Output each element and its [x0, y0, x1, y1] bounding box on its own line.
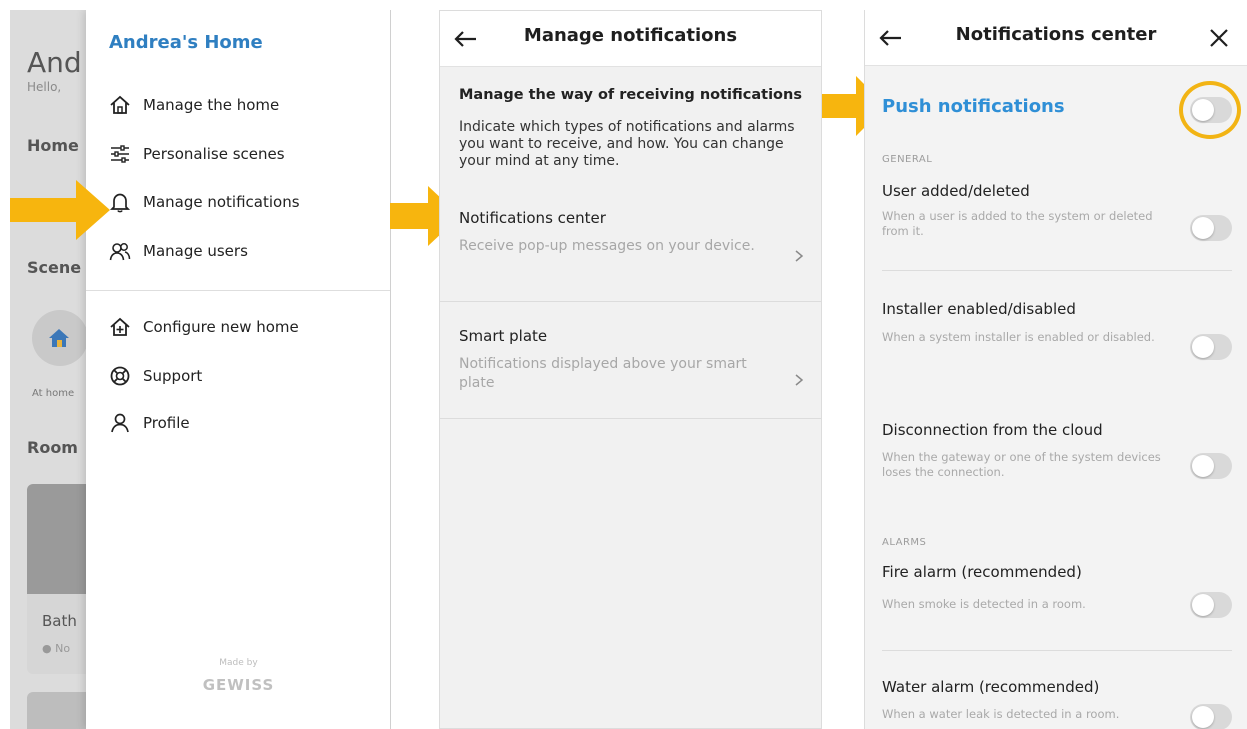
menu-item-configure-new-home[interactable]: Configure new home	[109, 316, 299, 338]
manage-notifications-screen: Manage notifications Manage the way of r…	[439, 10, 822, 729]
menu-item-label: Configure new home	[143, 318, 299, 336]
rooms-section-title: Room	[27, 438, 78, 457]
house-icon	[49, 329, 69, 347]
notification-description: When a user is added to the system or de…	[882, 209, 1153, 238]
menu-item-label: Manage notifications	[143, 193, 300, 211]
scenes-section-title: Scene	[27, 258, 82, 277]
notification-description: When smoke is detected in a room.	[882, 597, 1086, 611]
chevron-right-icon	[795, 250, 804, 262]
menu-item-label: Manage users	[143, 242, 248, 260]
cloud-disconnection-toggle[interactable]	[1190, 453, 1232, 479]
row-divider	[882, 270, 1232, 271]
home-greeting-subtitle: Hello,	[27, 80, 62, 94]
made-by-label: Made by	[219, 658, 258, 668]
menu-item-manage-home[interactable]: Manage the home	[109, 94, 279, 116]
installer-toggle[interactable]	[1190, 334, 1232, 360]
notification-title: User added/deleted	[882, 182, 1030, 200]
row-divider	[440, 418, 821, 419]
highlight-ring	[1179, 81, 1241, 139]
navigation-drawer: Andrea's Home Manage the home Personalis…	[86, 10, 390, 729]
water-alarm-toggle[interactable]	[1190, 704, 1232, 729]
sliders-icon	[111, 145, 129, 163]
drawer-divider	[86, 290, 390, 291]
row-title: Smart plate	[459, 327, 548, 345]
row-subtitle: Notifications displayed above your smart…	[459, 356, 747, 391]
notification-description: When a system installer is enabled or di…	[882, 330, 1155, 344]
bell-icon	[109, 193, 131, 213]
intro-heading: Manage the way of receiving notification…	[459, 87, 802, 103]
home-plus-icon	[110, 317, 130, 336]
notifications-center-screen: Notifications center Push notifications …	[864, 10, 1247, 729]
brand-logo: GEWISS	[202, 676, 275, 694]
tutorial-composite: And Hello, Home Scene At home Room Bath …	[0, 0, 1247, 729]
menu-item-personalise-scenes[interactable]: Personalise scenes	[109, 143, 285, 165]
group-label-general: GENERAL	[882, 154, 933, 165]
group-label-alarms: ALARMS	[882, 537, 927, 548]
home-screen-with-drawer: And Hello, Home Scene At home Room Bath …	[10, 10, 391, 729]
room-card-status: ● No	[42, 642, 71, 655]
intro-text: Indicate which types of notifications an…	[459, 119, 795, 169]
lifebuoy-icon	[110, 366, 130, 386]
row-divider	[882, 650, 1232, 651]
drawer-home-title: Andrea's Home	[109, 32, 263, 53]
page-title: Manage notifications	[523, 25, 738, 46]
app-bar: Manage notifications	[440, 11, 821, 67]
row-title: Notifications center	[459, 209, 606, 227]
home-section-title: Home	[27, 136, 79, 155]
notification-description: When the gateway or one of the system de…	[882, 450, 1161, 479]
menu-item-label: Personalise scenes	[143, 145, 285, 163]
scene-label: At home	[32, 388, 75, 399]
notification-title: Installer enabled/disabled	[882, 300, 1076, 318]
page-title: Notifications center	[955, 24, 1157, 45]
menu-item-label: Profile	[143, 414, 190, 432]
home-icon	[110, 95, 130, 114]
users-icon	[109, 243, 131, 261]
home-greeting-title: And	[27, 46, 82, 79]
chevron-right-icon	[795, 374, 804, 386]
menu-item-support[interactable]: Support	[109, 365, 202, 387]
notification-title: Water alarm (recommended)	[882, 678, 1100, 696]
menu-item-label: Support	[143, 367, 203, 385]
close-icon[interactable]	[1205, 24, 1233, 52]
menu-item-profile[interactable]: Profile	[109, 412, 190, 434]
row-subtitle: Receive pop-up messages on your device.	[459, 238, 755, 254]
notification-title: Fire alarm (recommended)	[882, 563, 1082, 581]
push-notifications-title: Push notifications	[882, 96, 1065, 117]
person-icon	[111, 413, 129, 433]
app-bar: Notifications center	[865, 10, 1247, 66]
highlight-arrow-icon	[10, 180, 110, 240]
menu-item-label: Manage the home	[143, 96, 280, 114]
user-added-toggle[interactable]	[1190, 215, 1232, 241]
smart-plate-row[interactable]: Smart plate Notifications displayed abov…	[440, 302, 821, 418]
fire-alarm-toggle[interactable]	[1190, 592, 1232, 618]
room-card-title: Bath	[42, 612, 77, 630]
notifications-center-row[interactable]: Notifications center Receive pop-up mess…	[440, 197, 821, 301]
notification-description: When a water leak is detected in a room.	[882, 707, 1120, 721]
notification-title: Disconnection from the cloud	[882, 421, 1103, 439]
menu-item-manage-notifications[interactable]: Manage notifications	[109, 191, 300, 213]
menu-item-manage-users[interactable]: Manage users	[109, 240, 248, 262]
